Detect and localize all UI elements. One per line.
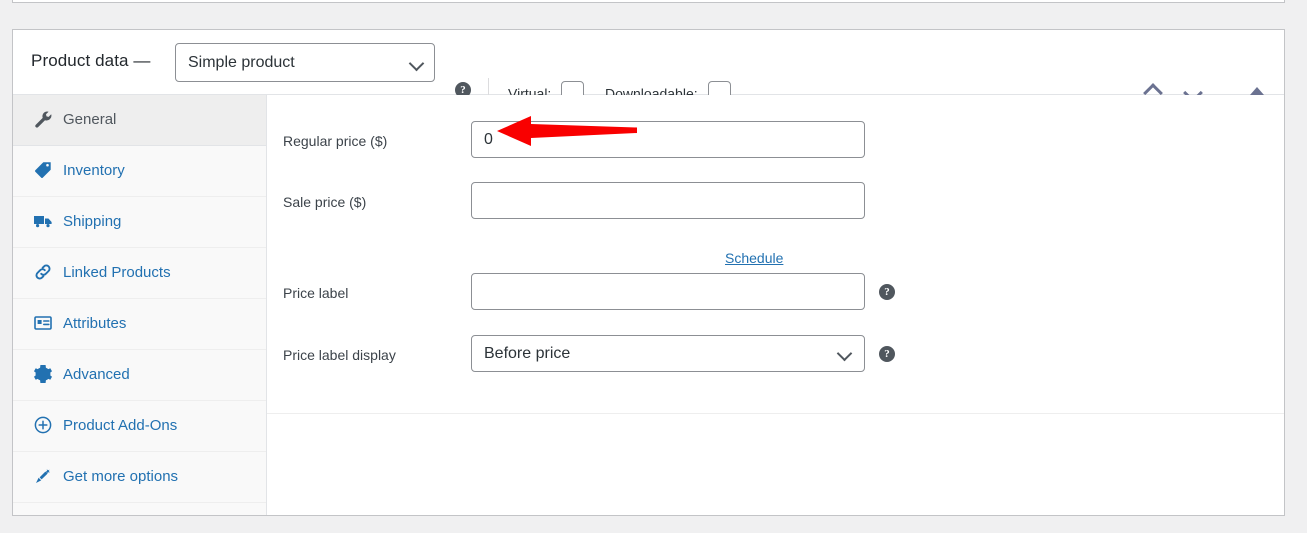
triangle-up-icon[interactable] [1250,87,1264,95]
price-label-label: Price label [283,285,349,301]
tab-attributes-label: Attributes [63,315,127,332]
product-type-value: Simple product [188,54,295,71]
plugin-icon [33,466,53,486]
regular-price-input[interactable]: 0 [471,121,865,158]
tab-shipping-label: Shipping [63,213,122,230]
product-type-select[interactable]: Simple product [175,43,435,82]
price-label-display-label: Price label display [283,347,396,363]
tab-get-more-options[interactable]: Get more options [13,452,266,503]
link-icon [33,262,53,282]
sale-price-input[interactable] [471,182,865,219]
price-label-display-select[interactable]: Before price [471,335,865,372]
attributes-grid-icon [33,313,53,333]
regular-price-label: Regular price ($) [283,133,388,149]
chevron-down-icon [408,55,425,72]
general-tab-panel: Regular price ($) 0 Sale price ($) Sched… [267,95,1284,515]
previous-panel-edge [12,0,1285,3]
product-data-body: General Inventory Shipping Linked Produc… [13,95,1284,515]
tab-inventory-label: Inventory [63,162,125,179]
tab-advanced-label: Advanced [63,366,130,383]
tab-get-more-options-label: Get more options [63,468,179,485]
tab-shipping[interactable]: Shipping [13,197,266,248]
tab-advanced[interactable]: Advanced [13,350,266,401]
product-data-metabox: Product data — Simple product ? Virtual:… [12,29,1285,516]
tab-inventory[interactable]: Inventory [13,146,266,197]
product-data-header: Product data — Simple product ? Virtual:… [13,30,1284,104]
sale-price-label: Sale price ($) [283,194,367,210]
tab-linked-products[interactable]: Linked Products [13,248,266,299]
tab-product-add-ons-label: Product Add-Ons [63,417,178,434]
tab-attributes[interactable]: Attributes [13,299,266,350]
schedule-link[interactable]: Schedule [725,250,783,266]
price-label-display-help-icon[interactable]: ? [879,346,895,362]
wrench-icon [33,109,53,129]
gear-icon [33,364,53,384]
chevron-down-icon [836,345,853,362]
tab-general-label: General [63,111,117,128]
price-label-help-icon[interactable]: ? [879,284,895,300]
tag-icon [33,160,53,180]
plus-circle-icon [33,415,53,435]
tab-linked-products-label: Linked Products [63,264,171,281]
price-label-input[interactable] [471,273,865,310]
tab-product-add-ons[interactable]: Product Add-Ons [13,401,266,452]
truck-icon [33,211,53,231]
tab-general[interactable]: General [13,95,266,146]
product-data-tabs: General Inventory Shipping Linked Produc… [13,95,267,515]
section-divider [267,413,1284,414]
page-title: Product data — [31,51,151,70]
